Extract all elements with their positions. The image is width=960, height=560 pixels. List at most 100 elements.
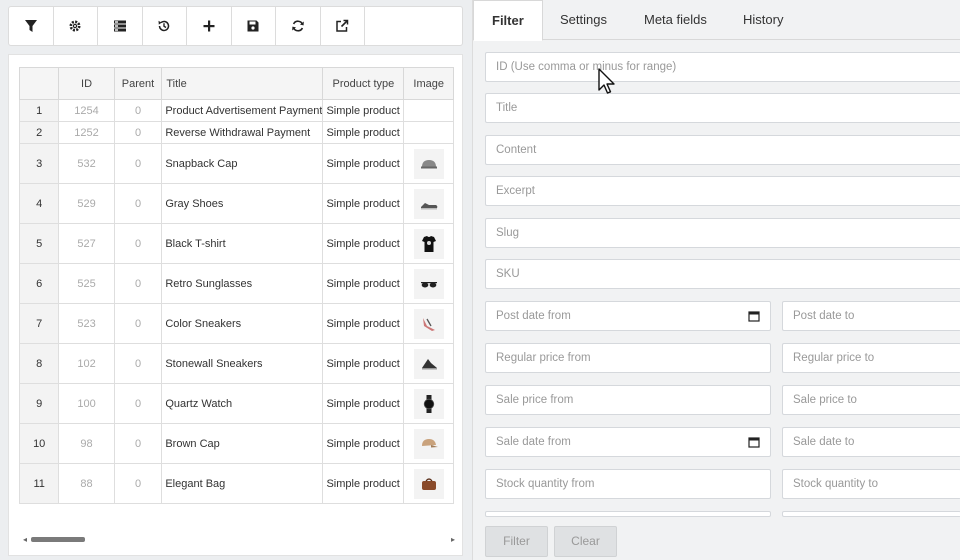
image-cell[interactable] (403, 263, 454, 304)
product-thumbnail[interactable] (413, 188, 444, 219)
table-row[interactable]: 10 98 0 Brown Cap Simple product (19, 423, 454, 464)
product-thumbnail[interactable] (413, 388, 444, 419)
content-field[interactable]: Content (485, 135, 960, 165)
id-cell[interactable]: 527 (58, 223, 115, 264)
title-cell[interactable]: Stonewall Sneakers (161, 343, 324, 384)
filter-submit-button[interactable]: Filter (485, 526, 548, 557)
filter-button[interactable] (9, 7, 54, 45)
title-field[interactable]: Title (485, 93, 960, 123)
id-cell[interactable]: 102 (58, 343, 115, 384)
product-type-cell[interactable]: Simple product (322, 223, 405, 264)
image-cell[interactable] (403, 223, 454, 264)
columns-button[interactable] (98, 7, 143, 45)
id-cell[interactable]: 525 (58, 263, 115, 304)
column-header-parent[interactable]: Parent (113, 67, 163, 100)
image-cell[interactable] (403, 143, 454, 184)
row-number-cell[interactable]: 7 (19, 303, 60, 344)
sale-date-from-field[interactable]: Sale date from (485, 427, 771, 457)
title-cell[interactable]: Snapback Cap (161, 143, 324, 184)
horizontal-scrollbar[interactable]: ◂ ▸ (23, 533, 455, 545)
title-cell[interactable]: Brown Cap (161, 423, 324, 464)
id-field[interactable]: ID (Use comma or minus for range) (485, 52, 960, 82)
parent-cell[interactable]: 0 (113, 263, 163, 304)
regular-price-from-field[interactable]: Regular price from (485, 343, 771, 373)
parent-cell[interactable]: 0 (113, 121, 163, 144)
stock-quantity-to-field[interactable]: Stock quantity to (782, 469, 960, 499)
product-type-cell[interactable]: Simple product (322, 263, 405, 304)
title-cell[interactable]: Elegant Bag (161, 463, 324, 504)
table-row[interactable]: 4 529 0 Gray Shoes Simple product (19, 183, 454, 224)
scroll-right-icon[interactable]: ▸ (451, 535, 455, 544)
partial-field[interactable] (782, 511, 960, 517)
table-row[interactable]: 8 102 0 Stonewall Sneakers Simple product (19, 343, 454, 384)
row-number-cell[interactable]: 1 (19, 99, 60, 122)
image-cell[interactable] (403, 121, 454, 144)
post-date-from-field[interactable]: Post date from (485, 301, 771, 331)
row-number-cell[interactable]: 9 (19, 383, 60, 424)
product-type-cell[interactable]: Simple product (322, 383, 405, 424)
calendar-icon[interactable] (748, 310, 760, 322)
title-cell[interactable]: Reverse Withdrawal Payment (161, 121, 324, 144)
product-type-cell[interactable]: Simple product (322, 121, 405, 144)
stock-quantity-from-field[interactable]: Stock quantity from (485, 469, 771, 499)
excerpt-field[interactable]: Excerpt (485, 176, 960, 206)
table-row[interactable]: 6 525 0 Retro Sunglasses Simple product (19, 263, 454, 304)
calendar-icon[interactable] (748, 436, 760, 448)
table-row[interactable]: 5 527 0 Black T-shirt Simple product (19, 223, 454, 264)
product-thumbnail[interactable] (413, 428, 444, 459)
row-number-cell[interactable]: 8 (19, 343, 60, 384)
row-number-cell[interactable]: 5 (19, 223, 60, 264)
product-thumbnail[interactable] (413, 348, 444, 379)
refresh-button[interactable] (276, 7, 321, 45)
slug-field[interactable]: Slug (485, 218, 960, 248)
product-type-cell[interactable]: Simple product (322, 463, 405, 504)
id-cell[interactable]: 100 (58, 383, 115, 424)
product-type-cell[interactable]: Simple product (322, 343, 405, 384)
row-number-cell[interactable]: 11 (19, 463, 60, 504)
title-cell[interactable]: Color Sneakers (161, 303, 324, 344)
add-button[interactable] (187, 7, 232, 45)
sale-price-from-field[interactable]: Sale price from (485, 385, 771, 415)
product-type-cell[interactable]: Simple product (322, 303, 405, 344)
row-number-cell[interactable]: 10 (19, 423, 60, 464)
table-row[interactable]: 11 88 0 Elegant Bag Simple product (19, 463, 454, 504)
product-type-cell[interactable]: Simple product (322, 423, 405, 464)
product-thumbnail[interactable] (413, 228, 444, 259)
table-row[interactable]: 2 1252 0 Reverse Withdrawal Payment Simple p… (19, 121, 454, 144)
parent-cell[interactable]: 0 (113, 343, 163, 384)
id-cell[interactable]: 523 (58, 303, 115, 344)
table-row[interactable]: 9 100 0 Quartz Watch Simple product (19, 383, 454, 424)
image-cell[interactable] (403, 423, 454, 464)
parent-cell[interactable]: 0 (113, 303, 163, 344)
column-header-title[interactable]: Title (161, 67, 324, 100)
row-number-cell[interactable]: 2 (19, 121, 60, 144)
column-header-id[interactable]: ID (58, 67, 115, 100)
column-header-product-type[interactable]: Product type (322, 67, 405, 100)
scrollbar-thumb[interactable] (31, 537, 85, 542)
row-number-cell[interactable]: 4 (19, 183, 60, 224)
product-type-cell[interactable]: Simple product (322, 99, 405, 122)
row-number-cell[interactable]: 6 (19, 263, 60, 304)
parent-cell[interactable]: 0 (113, 143, 163, 184)
parent-cell[interactable]: 0 (113, 383, 163, 424)
table-row[interactable]: 1 1254 0 Product Advertisement Payment Simpl… (19, 99, 454, 122)
history-button[interactable] (143, 7, 187, 45)
settings-button[interactable] (54, 7, 98, 45)
product-thumbnail[interactable] (413, 468, 444, 499)
title-cell[interactable]: Quartz Watch (161, 383, 324, 424)
clear-button[interactable]: Clear (554, 526, 617, 557)
tab-meta-fields[interactable]: Meta fields (626, 0, 725, 40)
image-cell[interactable] (403, 183, 454, 224)
id-cell[interactable]: 88 (58, 463, 115, 504)
id-cell[interactable]: 98 (58, 423, 115, 464)
image-cell[interactable] (403, 343, 454, 384)
row-number-cell[interactable]: 3 (19, 143, 60, 184)
sale-price-to-field[interactable]: Sale price to (782, 385, 960, 415)
sale-date-to-field[interactable]: Sale date to (782, 427, 960, 457)
tab-settings[interactable]: Settings (542, 0, 625, 40)
product-thumbnail[interactable] (413, 308, 444, 339)
title-cell[interactable]: Retro Sunglasses (161, 263, 324, 304)
table-row[interactable]: 7 523 0 Color Sneakers Simple product (19, 303, 454, 344)
parent-cell[interactable]: 0 (113, 463, 163, 504)
id-cell[interactable]: 1252 (58, 121, 115, 144)
